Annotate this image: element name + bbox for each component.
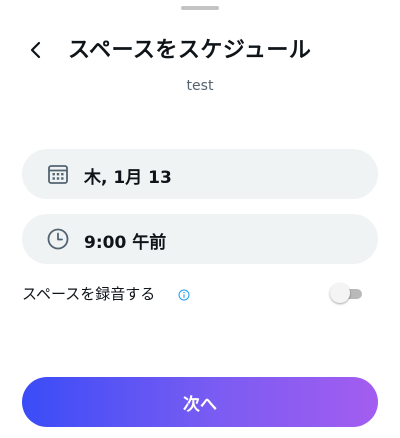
header: スペースをスケジュール xyxy=(0,28,400,68)
record-toggle[interactable] xyxy=(330,283,364,303)
record-space-label: スペースを録音する xyxy=(22,285,156,303)
record-space-row: スペースを録音する xyxy=(22,280,378,306)
schedule-space-sheet: スペースをスケジュール test 木, 1月 13 9:00 午前 スペースを録… xyxy=(0,0,400,438)
date-picker-field[interactable]: 木, 1月 13 xyxy=(22,149,378,199)
time-picker-field[interactable]: 9:00 午前 xyxy=(22,214,378,264)
chevron-left-icon xyxy=(30,41,41,59)
drag-handle[interactable] xyxy=(181,6,219,10)
calendar-icon xyxy=(46,162,70,186)
page-title: スペースをスケジュール xyxy=(68,38,312,63)
date-value: 木, 1月 13 xyxy=(84,168,172,188)
space-name: test xyxy=(186,78,214,94)
toggle-knob xyxy=(330,283,350,303)
info-icon[interactable] xyxy=(178,286,190,301)
next-button[interactable]: 次へ xyxy=(22,377,378,427)
clock-icon xyxy=(46,227,70,251)
back-button[interactable] xyxy=(20,34,52,66)
time-value: 9:00 午前 xyxy=(84,233,167,253)
